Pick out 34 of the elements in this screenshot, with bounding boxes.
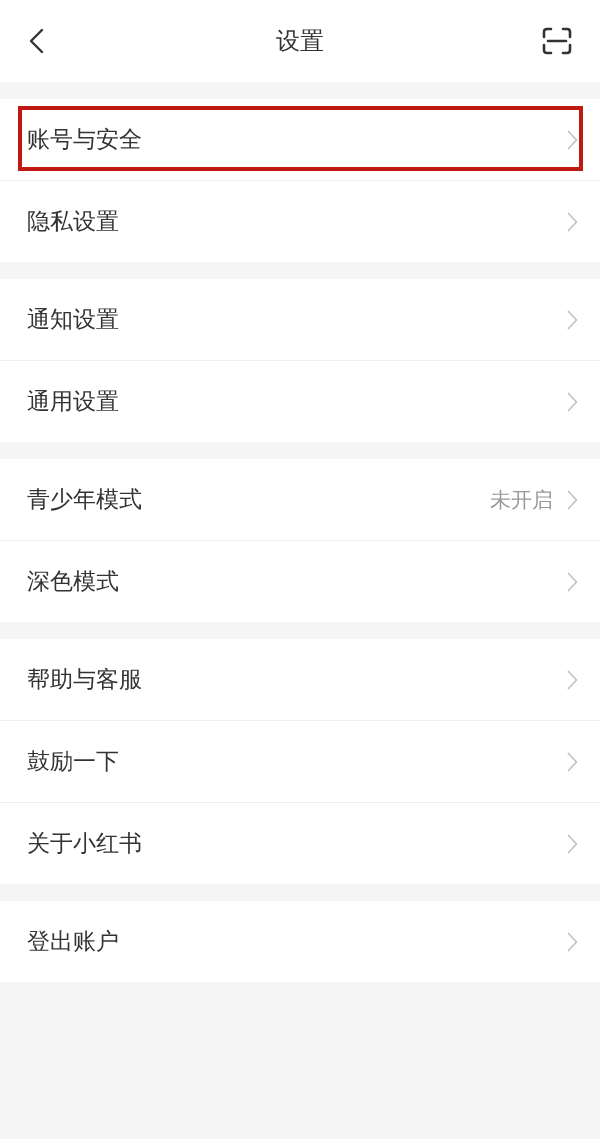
- back-icon[interactable]: [28, 28, 44, 54]
- chevron-icon: [567, 391, 578, 412]
- settings-item[interactable]: 通知设置: [0, 279, 600, 361]
- chevron-icon: [567, 669, 578, 690]
- scan-icon[interactable]: [542, 27, 572, 55]
- item-label: 隐私设置: [27, 207, 120, 236]
- settings-item[interactable]: 关于小红书: [0, 803, 600, 884]
- item-label: 登出账户: [27, 927, 120, 956]
- settings-item[interactable]: 账号与安全: [0, 99, 600, 181]
- settings-item[interactable]: 青少年模式 未开启: [0, 459, 600, 541]
- chevron-icon: [567, 309, 578, 330]
- item-label: 青少年模式: [27, 485, 143, 514]
- chevron-icon: [567, 129, 578, 150]
- item-value: 未开启: [490, 486, 553, 514]
- item-label: 深色模式: [27, 567, 120, 596]
- item-label: 帮助与客服: [27, 665, 143, 694]
- item-label: 账号与安全: [27, 125, 143, 154]
- settings-item[interactable]: 帮助与客服: [0, 639, 600, 721]
- settings-item[interactable]: 深色模式: [0, 541, 600, 622]
- chevron-icon: [567, 571, 578, 592]
- item-label: 通用设置: [27, 387, 120, 416]
- chevron-icon: [567, 833, 578, 854]
- chevron-icon: [567, 931, 578, 952]
- settings-item[interactable]: 鼓励一下: [0, 721, 600, 803]
- item-label: 通知设置: [27, 305, 120, 334]
- chevron-icon: [567, 751, 578, 772]
- chevron-icon: [567, 489, 578, 510]
- settings-item[interactable]: 隐私设置: [0, 181, 600, 262]
- item-label: 鼓励一下: [27, 747, 120, 776]
- settings-item[interactable]: 通用设置: [0, 361, 600, 442]
- page-title: 设置: [276, 26, 324, 57]
- chevron-icon: [567, 211, 578, 232]
- item-label: 关于小红书: [27, 829, 143, 858]
- settings-item[interactable]: 登出账户: [0, 901, 600, 982]
